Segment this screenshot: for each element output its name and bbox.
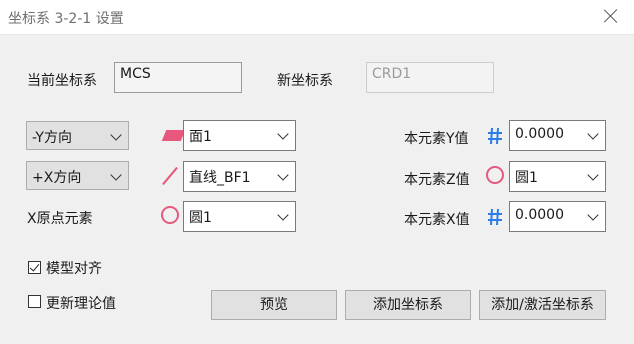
current-cs-label: 当前坐标系 <box>27 73 97 89</box>
direction-select-2-value: +X方向 <box>32 170 82 186</box>
element-select-2-value: 直线_BF1 <box>189 170 251 186</box>
window-title: 坐标系 3-2-1 设置 <box>8 11 124 27</box>
element-z-select-value: 圆1 <box>515 170 538 186</box>
direction-select-1-value: -Y方向 <box>32 130 72 146</box>
title-bar: 坐标系 3-2-1 设置 <box>0 0 634 35</box>
element-select-1[interactable]: 面1 <box>183 120 296 151</box>
line-icon <box>162 166 178 186</box>
element-y-label: 本元素Y值 <box>404 131 469 147</box>
element-x-label: 本元素X值 <box>404 212 470 228</box>
hash-icon <box>488 208 502 226</box>
hash-icon <box>488 127 502 145</box>
model-align-label: 模型对齐 <box>46 261 102 277</box>
element-select-3-value: 圆1 <box>189 210 212 226</box>
element-z-select[interactable]: 圆1 <box>509 161 606 192</box>
plane-face-icon <box>161 130 186 141</box>
x-origin-label: X原点元素 <box>27 211 93 227</box>
direction-select-1[interactable]: -Y方向 <box>26 121 129 150</box>
element-x-select-value: 0.0000 <box>515 207 564 223</box>
new-cs-label: 新坐标系 <box>277 73 333 89</box>
element-y-select-value: 0.0000 <box>515 126 564 142</box>
model-align-checkbox[interactable] <box>28 261 41 274</box>
element-y-select[interactable]: 0.0000 <box>509 120 606 151</box>
add-cs-button[interactable]: 添加坐标系 <box>345 290 471 320</box>
update-theory-checkbox[interactable] <box>28 295 41 308</box>
add-activate-cs-button[interactable]: 添加/激活坐标系 <box>479 290 606 320</box>
chevron-down-icon <box>587 128 599 140</box>
close-icon[interactable] <box>602 7 620 25</box>
preview-button[interactable]: 预览 <box>211 290 337 320</box>
circle-icon <box>161 206 179 224</box>
element-select-2[interactable]: 直线_BF1 <box>183 161 296 192</box>
chevron-down-icon <box>587 209 599 221</box>
element-z-label: 本元素Z值 <box>404 172 470 188</box>
chevron-down-icon <box>277 209 289 221</box>
new-cs-field[interactable]: CRD1 <box>366 62 494 93</box>
element-x-select[interactable]: 0.0000 <box>509 201 606 232</box>
direction-select-2[interactable]: +X方向 <box>26 161 129 190</box>
element-select-3[interactable]: 圆1 <box>183 201 296 232</box>
chevron-down-icon <box>587 169 599 181</box>
chevron-down-icon <box>277 128 289 140</box>
chevron-down-icon <box>277 169 289 181</box>
update-theory-label: 更新理论值 <box>46 296 116 312</box>
chevron-down-icon <box>110 129 122 141</box>
circle-icon <box>486 166 504 184</box>
chevron-down-icon <box>110 169 122 181</box>
current-cs-field[interactable]: MCS <box>114 62 242 93</box>
element-select-1-value: 面1 <box>189 129 212 145</box>
